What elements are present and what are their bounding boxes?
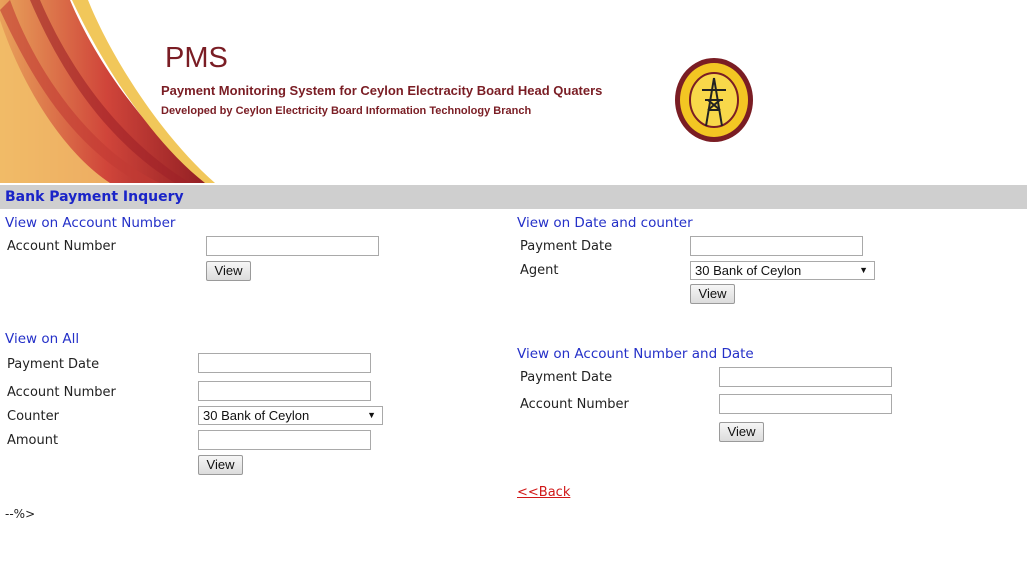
ad-payment-date-label: Payment Date — [520, 370, 613, 385]
view-button-date-counter[interactable]: View — [690, 284, 735, 304]
payment-date-input[interactable] — [690, 236, 863, 256]
counter-label: Counter — [7, 409, 59, 424]
all-account-number-input[interactable] — [198, 381, 371, 401]
all-payment-date-input[interactable] — [198, 353, 371, 373]
view-button-account[interactable]: View — [206, 261, 251, 281]
page-title-bar: Bank Payment Inquery — [0, 185, 1027, 209]
section-title-account-date: View on Account Number and Date — [517, 346, 754, 362]
developer-credit: Developed by Ceylon Electricity Board In… — [161, 105, 532, 117]
dropdown-arrow-icon: ▼ — [367, 410, 376, 420]
ad-account-number-input[interactable] — [719, 394, 892, 414]
view-button-account-date[interactable]: View — [719, 422, 764, 442]
trailing-text: --%> — [5, 507, 36, 521]
payment-date-label: Payment Date — [520, 239, 613, 254]
counter-select[interactable]: 30 Bank of Ceylon ▼ — [198, 406, 383, 425]
view-button-all[interactable]: View — [198, 455, 243, 475]
all-account-number-label: Account Number — [7, 385, 116, 400]
agent-label: Agent — [520, 263, 559, 278]
header-banner: PMS Payment Monitoring System for Ceylon… — [0, 0, 1027, 183]
amount-input[interactable] — [198, 430, 371, 450]
ad-payment-date-input[interactable] — [719, 367, 892, 387]
account-number-input[interactable] — [206, 236, 379, 256]
amount-label: Amount — [7, 433, 59, 448]
account-number-label: Account Number — [7, 239, 116, 254]
ad-account-number-label: Account Number — [520, 397, 629, 412]
ceb-pylon-logo-icon — [675, 58, 753, 142]
dropdown-arrow-icon: ▼ — [859, 265, 868, 275]
all-payment-date-label: Payment Date — [7, 357, 100, 372]
back-link[interactable]: <<Back — [517, 485, 570, 500]
app-short-name: PMS — [165, 42, 228, 74]
section-title-account-number: View on Account Number — [5, 215, 176, 231]
page-title: Bank Payment Inquery — [5, 189, 184, 205]
counter-select-value: 30 Bank of Ceylon — [203, 408, 310, 423]
agent-select[interactable]: 30 Bank of Ceylon ▼ — [690, 261, 875, 280]
section-title-view-all: View on All — [5, 331, 80, 347]
agent-select-value: 30 Bank of Ceylon — [695, 263, 802, 278]
app-full-name: Payment Monitoring System for Ceylon Ele… — [161, 83, 603, 98]
section-title-date-counter: View on Date and counter — [517, 215, 693, 231]
